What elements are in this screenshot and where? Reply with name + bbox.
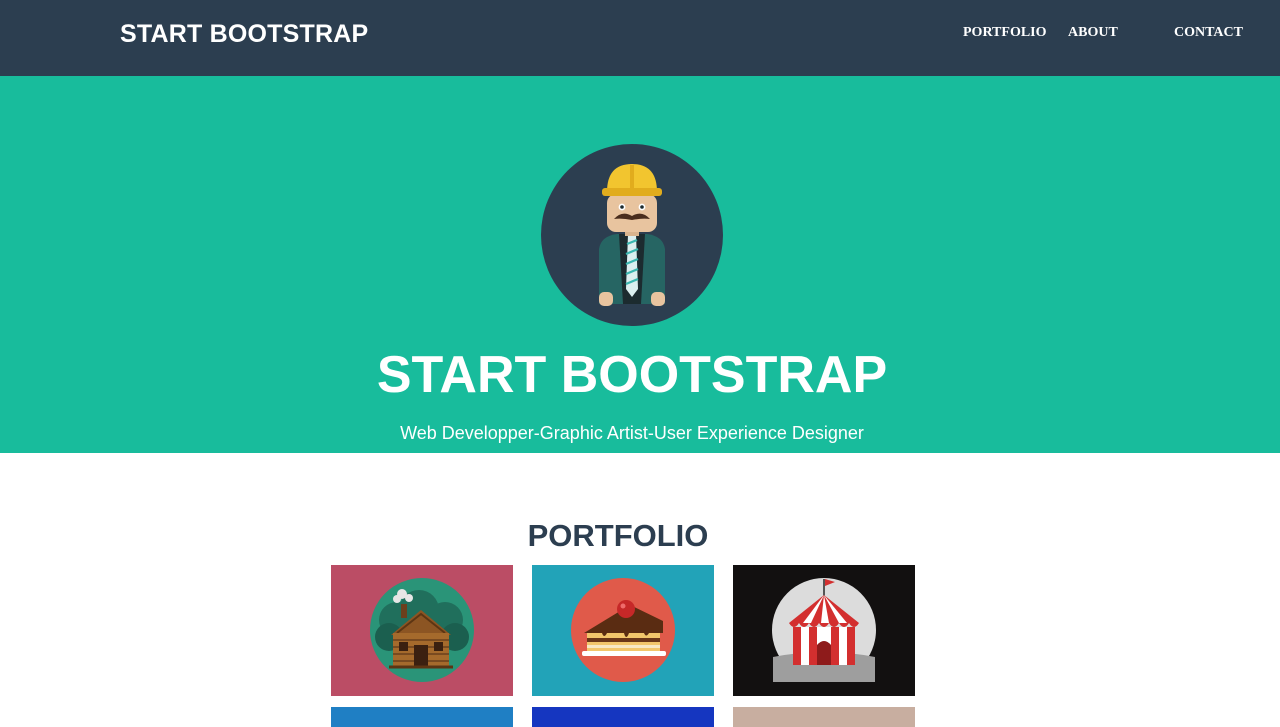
nav-link-about[interactable]: ABOUT bbox=[1068, 25, 1118, 41]
hero-title: START BOOTSTRAP bbox=[376, 346, 888, 404]
portfolio-heading: PORTFOLIO bbox=[527, 518, 709, 553]
log-cabin-icon bbox=[370, 578, 474, 682]
cake-slice-icon bbox=[571, 578, 675, 682]
portfolio-item-cake[interactable] bbox=[532, 565, 714, 696]
portfolio-item-circus[interactable] bbox=[733, 565, 915, 696]
portfolio-item-cabin[interactable] bbox=[331, 565, 513, 696]
nav-link-contact[interactable]: CONTACT bbox=[1174, 25, 1243, 41]
top-navbar: START BOOTSTRAP PORTFOLIO ABOUT CONTACT bbox=[0, 0, 1280, 76]
portfolio-item-5[interactable] bbox=[532, 707, 714, 727]
portfolio-item-6[interactable] bbox=[733, 707, 915, 727]
circus-tent-icon bbox=[772, 578, 876, 682]
nav-link-portfolio[interactable]: PORTFOLIO bbox=[963, 25, 1047, 41]
portfolio-item-4[interactable] bbox=[331, 707, 513, 727]
hero-subtitle: Web Developper-Graphic Artist-User Exper… bbox=[400, 423, 864, 443]
navbar-brand[interactable]: START BOOTSTRAP bbox=[120, 20, 368, 49]
construction-worker-icon bbox=[541, 144, 723, 326]
